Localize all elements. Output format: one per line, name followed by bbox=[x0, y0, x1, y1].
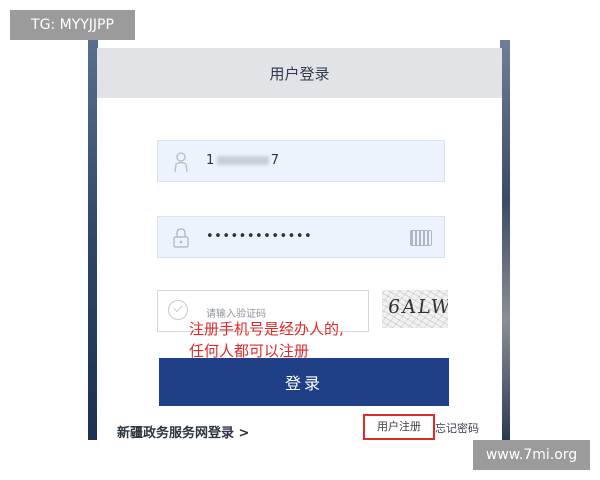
forgot-password-link[interactable]: 忘记密码 bbox=[435, 420, 479, 436]
watermark-bottom-right: www.7mi.org bbox=[473, 440, 590, 470]
username-suffix: 7 bbox=[270, 153, 280, 168]
register-link[interactable]: 用户注册 bbox=[363, 414, 435, 440]
annotation-line-1: 注册手机号是经办人的, bbox=[189, 320, 344, 338]
login-title: 用户登录 bbox=[269, 64, 330, 83]
annotation-note: 注册手机号是经办人的, 任何人都可以注册 bbox=[189, 318, 344, 362]
password-value: ••••••••••••• bbox=[206, 229, 313, 244]
login-button[interactable]: 登录 bbox=[159, 358, 449, 406]
user-icon bbox=[171, 151, 191, 173]
username-prefix: 1 bbox=[206, 153, 215, 168]
password-field[interactable]: ••••••••••••• bbox=[157, 216, 445, 258]
login-header: 用户登录 bbox=[97, 48, 502, 98]
login-button-label: 登录 bbox=[284, 374, 323, 393]
login-panel: 用户登录 17 ••••••••••••• 请输入验证码 6ALW 注册手机号是… bbox=[97, 48, 502, 441]
redacted-digits bbox=[216, 156, 269, 165]
username-field[interactable]: 17 bbox=[157, 140, 445, 182]
portal-login-link[interactable]: 新疆政务服务网登录 > bbox=[117, 422, 249, 441]
lock-icon bbox=[171, 227, 191, 249]
keyboard-icon[interactable] bbox=[410, 230, 432, 246]
captcha-image[interactable]: 6ALW bbox=[382, 290, 448, 328]
username-value: 17 bbox=[206, 153, 280, 168]
watermark-top-left: TG: MYYJJPP bbox=[10, 10, 135, 40]
check-circle-icon bbox=[168, 300, 188, 320]
captcha-text: 6ALW bbox=[386, 296, 448, 318]
